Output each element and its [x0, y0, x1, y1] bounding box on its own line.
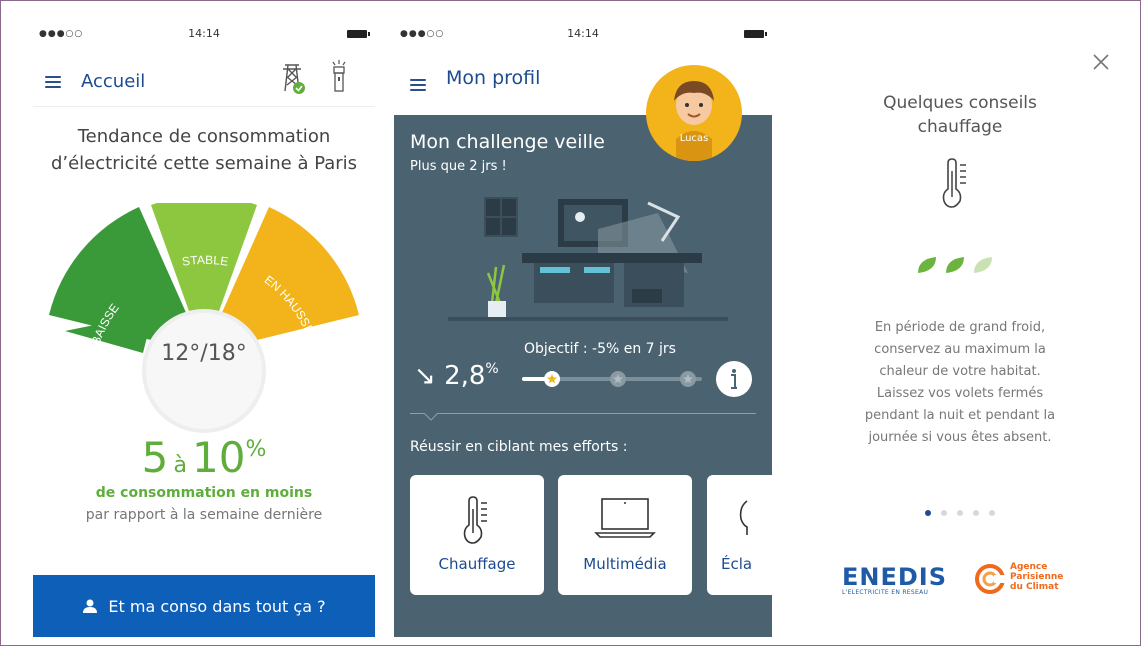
tip-text: En période de grand froid, conservez au …: [830, 317, 1090, 449]
signal-icon: ●●●○○: [400, 29, 445, 39]
avatar[interactable]: Lucas: [646, 65, 742, 161]
enedis-wordmark: ENEDIS: [842, 563, 948, 591]
apc-line: Parisienne: [1010, 572, 1064, 582]
hamburger-menu-icon[interactable]: [410, 79, 426, 91]
category-card-lighting[interactable]: Écla: [707, 475, 772, 595]
category-label-lighting: Écla: [721, 555, 753, 573]
battery-icon: [744, 30, 767, 38]
screen-profile: ●●●○○ 14:14 Mon profil Lucas Mon challen…: [394, 23, 772, 637]
trend-heading: Tendance de consommation d’électricité c…: [33, 123, 375, 177]
divider: [410, 413, 756, 414]
signal-icon: ●●●○○: [39, 29, 84, 39]
consumption-percentage: 5 à 10%: [33, 433, 375, 482]
star-icon-goal: [680, 371, 696, 387]
screen-home: ●●●○○ 14:14 Accueil Tendance de consomma…: [33, 23, 375, 637]
tips-heading: Quelques conseils chauffage: [790, 91, 1130, 139]
screen-tips: Quelques conseils chauffage En période d…: [790, 23, 1130, 637]
category-label-heating: Chauffage: [438, 555, 516, 573]
apc-line: Agence: [1010, 562, 1048, 572]
temperature-range: 12°/18°: [161, 341, 247, 366]
flashlight-icon[interactable]: [329, 59, 349, 95]
leaf-icon-filled: [918, 257, 936, 273]
challenge-progress-bar: [522, 371, 702, 387]
pagination-dots: [790, 501, 1130, 520]
apc-line: du Climat: [1010, 582, 1059, 592]
tip-line: chaleur de votre habitat.: [879, 364, 1041, 379]
star-icon-current: [544, 371, 560, 387]
comparison-text: par rapport à la semaine dernière: [85, 507, 323, 523]
star-icon-milestone: [610, 371, 626, 387]
trend-heading-line2: d’électricité cette semaine à Paris: [50, 153, 358, 174]
page-dot[interactable]: [925, 510, 931, 516]
page-dot[interactable]: [989, 510, 995, 516]
page-dot[interactable]: [941, 510, 947, 516]
thermometer-icon: [942, 158, 966, 208]
my-consumption-button[interactable]: Et ma conso dans tout ça ?: [33, 575, 375, 637]
desk-illustration: [448, 197, 728, 321]
laptop-icon: [594, 498, 656, 538]
info-icon: [731, 369, 738, 389]
tip-line: Laissez vos volets fermés: [876, 386, 1044, 401]
tip-line: pendant la nuit et pendant la: [864, 408, 1056, 423]
pct-to: 10: [192, 433, 246, 482]
apc-logo: Agence Parisienne du Climat: [974, 559, 1074, 599]
apc-swirl-icon: [975, 564, 1006, 594]
page-dot[interactable]: [957, 510, 963, 516]
tip-line: journée si vous êtes absent.: [868, 430, 1052, 445]
avatar-name: Lucas: [679, 133, 709, 144]
divider-notch: [424, 413, 438, 421]
battery-icon: [347, 30, 370, 38]
status-time: 14:14: [188, 27, 220, 40]
tips-heading-line2: chauffage: [917, 117, 1003, 137]
power-pylon-icon[interactable]: [277, 61, 307, 97]
consumption-gauge: EN BAISSE STABLE EN HAUSSE: [49, 203, 359, 433]
challenge-remaining: Plus que 2 jrs !: [410, 159, 507, 174]
objective-label: Objectif : -5% en 7 jrs: [524, 341, 676, 357]
focus-heading: Réussir en ciblant mes efforts :: [410, 439, 628, 455]
status-bar: ●●●○○ 14:14: [33, 23, 375, 45]
status-time: 14:14: [567, 27, 599, 40]
page-title: Mon profil: [446, 67, 541, 89]
top-bar: Accueil: [33, 51, 375, 107]
category-label-multimedia: Multimédia: [583, 555, 667, 573]
tips-heading-line1: Quelques conseils: [883, 93, 1037, 113]
close-icon[interactable]: [1092, 53, 1110, 71]
status-bar: ●●●○○ 14:14: [394, 23, 772, 45]
pct-from: 5: [141, 433, 169, 482]
apc-wordmark: Agence Parisienne du Climat: [1010, 562, 1063, 592]
pct-unit: %: [245, 437, 267, 462]
progress-value: ↘ 2,8%: [414, 361, 499, 391]
category-card-heating[interactable]: Chauffage: [410, 475, 544, 595]
tip-line: En période de grand froid,: [874, 320, 1046, 335]
leaf-icon-filled: [946, 257, 964, 273]
user-icon: [83, 599, 98, 613]
thermometer-icon: [463, 496, 487, 544]
enedis-logo: ENEDIS L'ELECTRICITE EN RESEAU: [842, 563, 947, 596]
category-card-multimedia[interactable]: Multimédia: [558, 475, 692, 595]
progress-unit: %: [485, 361, 499, 377]
difficulty-leaves: [918, 257, 992, 273]
page-dot[interactable]: [973, 510, 979, 516]
leaf-icon-empty: [974, 257, 992, 273]
trend-heading-line1: Tendance de consommation: [77, 126, 331, 147]
consumption-subtitle: de consommation en moins: [95, 485, 313, 501]
info-button[interactable]: [716, 361, 752, 397]
hamburger-menu-icon[interactable]: [45, 76, 61, 88]
light-bulb-icon: [739, 500, 748, 535]
avatar-face-icon: [674, 81, 714, 161]
my-consumption-label: Et ma conso dans tout ça ?: [108, 596, 326, 616]
progress-number: 2,8: [444, 361, 486, 391]
pct-separator: à: [173, 453, 187, 478]
tip-line: conservez au maximum la: [874, 342, 1046, 357]
page-title: Accueil: [81, 71, 146, 92]
challenge-title: Mon challenge veille: [410, 131, 605, 153]
